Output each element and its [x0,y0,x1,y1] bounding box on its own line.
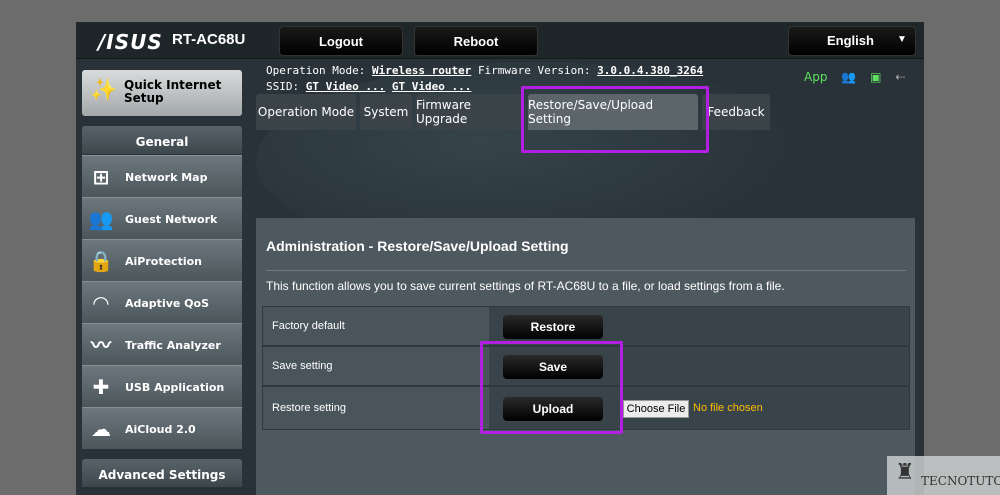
speedometer-icon: ◠ [93,291,109,315]
tab-firmware-upgrade[interactable]: Firmware Upgrade [416,94,524,130]
sidebar-item-network-map[interactable]: ⊞ Network Map [82,155,242,197]
puzzle-icon: ✚ [92,375,110,399]
choose-file-button[interactable]: Choose File [623,400,689,418]
row-label: Factory default [263,307,489,345]
reboot-button[interactable]: Reboot [414,26,538,56]
watermark-text: TECNOTUTO [921,474,1000,488]
page-description: This function allows you to save current… [266,279,785,293]
title-divider [266,270,906,271]
status-line-mode: Operation Mode: Wireless router Firmware… [266,64,703,77]
sidebar-item-label: AiProtection [125,255,202,268]
router-admin-frame: /ISUS RT-AC68U Logout Reboot English ▼ ✨… [76,22,924,495]
sidebar-item-guest-network[interactable]: 👥 Guest Network [82,197,242,239]
network-map-icon: ⊞ [92,165,110,189]
firmware-label: Firmware Version: [477,64,591,77]
language-value: English [827,33,874,48]
network-status-icon[interactable]: ▣ [870,70,881,84]
advanced-settings-header: Advanced Settings [82,459,242,487]
firmware-link[interactable]: 3.0.0.4.380_3264 [597,64,703,77]
quick-setup-label: Quick Internet Setup [124,78,222,105]
row-label: Save setting [263,347,489,385]
sidebar-item-usb-application[interactable]: ✚ USB Application [82,365,242,407]
sidebar-item-aiprotection[interactable]: 🔒 AiProtection [82,239,242,281]
sidebar-item-label: Traffic Analyzer [125,339,221,352]
sidebar-item-label: AiCloud 2.0 [125,423,196,436]
restore-button[interactable]: Restore [503,315,603,339]
general-header: General [82,126,242,154]
factory-default-row: Factory default Restore [262,306,910,346]
status-line-ssid: SSID: GT Video ... GT Video ... [266,80,471,93]
lock-icon: 🔒 [88,249,114,273]
sidebar-item-adaptive-qos[interactable]: ◠ Adaptive QoS [82,281,242,323]
mascot-icon: ♜ [895,460,915,485]
page-title: Administration - Restore/Save/Upload Set… [266,238,569,254]
cloud-icon: ☁ [91,417,111,441]
sidebar-item-label: Guest Network [125,213,218,226]
sidebar-item-label: USB Application [125,381,225,394]
brand-logo: /ISUS [98,30,163,54]
quick-internet-setup-button[interactable]: ✨ Quick Internet Setup [82,70,242,116]
tab-feedback[interactable]: Feedback [702,94,770,130]
sidebar-item-label: Network Map [125,171,208,184]
language-select[interactable]: English ▼ [788,26,916,56]
ssid-link-2[interactable]: GT Video ... [392,80,471,93]
operation-mode-label: Operation Mode: [266,64,366,77]
watermark: ♜ TECNOTUTO [887,456,1000,495]
tab-system[interactable]: System [360,94,412,130]
ssid-label: SSID: [266,80,300,93]
users-icon[interactable]: 👥 [841,70,856,84]
row-label: Restore setting [263,387,489,429]
sidebar-item-traffic-analyzer[interactable]: 〰 Traffic Analyzer [82,323,242,365]
usb-icon[interactable]: ⇠ [895,70,905,84]
top-bar: /ISUS RT-AC68U Logout Reboot English ▼ [76,22,924,59]
traffic-graph-icon: 〰 [91,333,111,357]
file-status: No file chosen [693,402,763,414]
ssid-link-1[interactable]: GT Video ... [306,80,385,93]
status-icons: App 👥 ▣ ⇠ [804,70,915,84]
sidebar-item-aicloud[interactable]: ☁ AiCloud 2.0 [82,407,242,449]
model-name: RT-AC68U [172,31,246,48]
app-link[interactable]: App [804,70,827,84]
logout-button[interactable]: Logout [279,26,403,56]
guest-users-icon: 👥 [88,207,114,231]
highlight-tab-annotation [521,86,709,153]
chevron-down-icon: ▼ [897,34,907,45]
magic-wand-icon: ✨ [90,78,118,103]
row-value: Restore [489,307,909,345]
operation-mode-link[interactable]: Wireless router [372,64,471,77]
tab-operation-mode[interactable]: Operation Mode [256,94,356,130]
sidebar-item-label: Adaptive QoS [125,297,210,310]
highlight-buttons-annotation [480,341,623,434]
